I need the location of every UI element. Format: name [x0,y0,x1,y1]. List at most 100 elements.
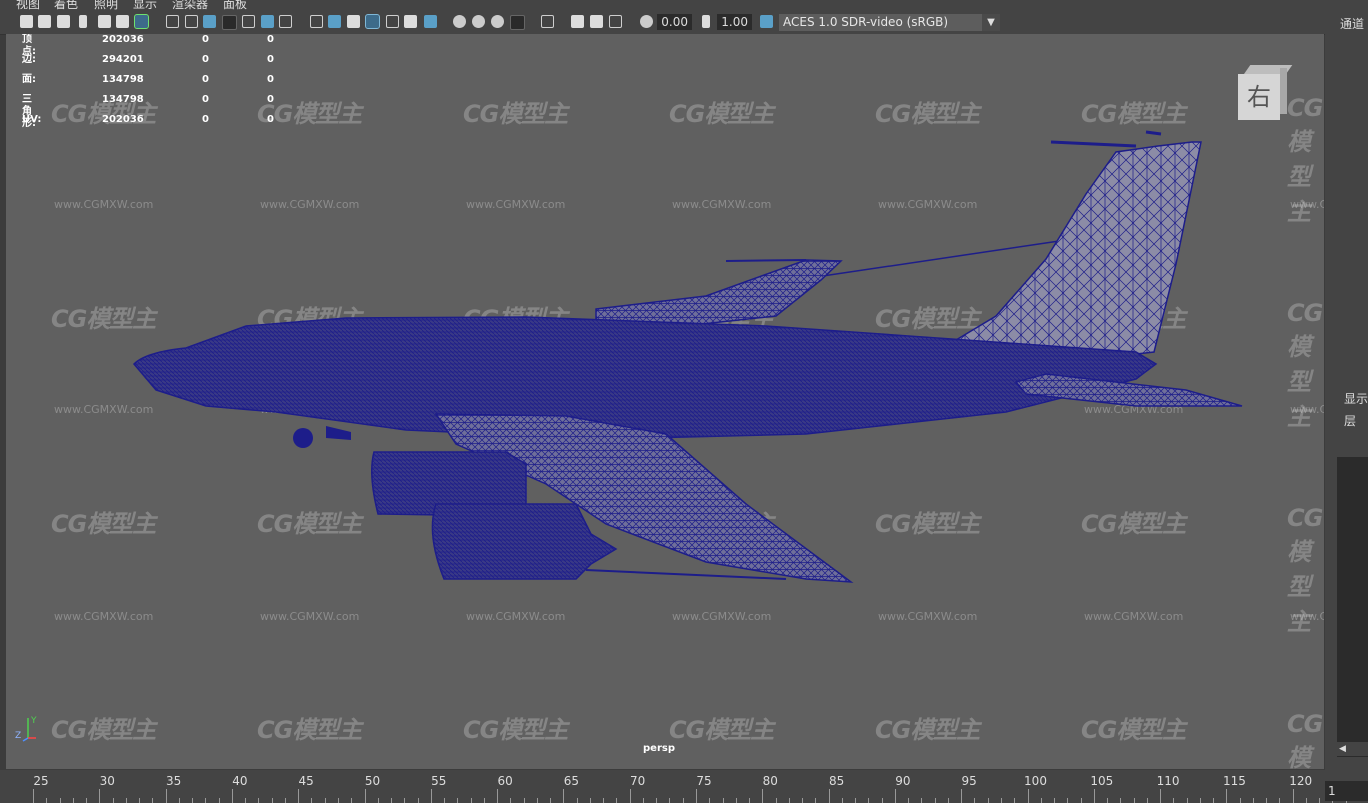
gate-mask-icon[interactable] [222,15,237,30]
hud-value: 0 [267,94,274,105]
wireframe-icon[interactable] [310,15,323,28]
timeline-minor-tick [125,798,127,803]
timeline-minor-tick [1239,798,1241,803]
menu-panels[interactable]: 面板 [223,0,247,10]
gamma-field[interactable]: 1.00 [717,14,752,30]
current-frame-field[interactable]: 1 [1325,781,1368,801]
layer-list[interactable] [1337,457,1368,757]
timeline-minor-tick [311,798,313,803]
timeline-frame-label: 85 [828,774,845,788]
channel-box-panel: 通道 显示 层 ◀ [1325,0,1368,803]
timeline-frame-label: 45 [298,774,314,788]
horizontal-scrollbar[interactable]: ◀ [1337,742,1368,756]
bookmark-icon[interactable] [79,15,87,28]
view-cube-right-face[interactable]: 右 [1238,74,1280,120]
timeline-minor-tick [1146,798,1148,803]
timeline-major-tick [1027,789,1029,803]
textured-icon[interactable] [386,15,399,28]
camera-attributes-icon[interactable] [38,15,51,28]
timeline-major-tick [1226,789,1228,803]
timeline-major-tick [1160,789,1162,803]
ambient-occlusion-icon[interactable] [453,15,466,28]
xray-joints-icon[interactable] [571,15,584,28]
layer-editor-display-tab[interactable]: 显示 [1344,390,1368,407]
hud-value: 134798 [102,94,144,105]
timeline-minor-tick [205,798,207,803]
timeline-minor-tick [987,798,989,803]
axis-z-label: Z [15,731,21,741]
lights-icon[interactable] [404,15,417,28]
timeline-major-tick [762,789,764,803]
scroll-left-icon[interactable]: ◀ [1339,744,1346,754]
grease-pencil-icon[interactable] [134,14,149,29]
xray-active-icon[interactable] [590,15,603,28]
timeline-minor-tick [576,798,578,803]
anti-aliasing-icon[interactable] [491,15,504,28]
timeline-minor-tick [112,798,114,803]
menu-view[interactable]: 视图 [16,0,40,10]
image-plane-icon[interactable] [98,15,111,28]
field-chart-icon[interactable] [242,15,255,28]
view-transform-dropdown[interactable]: ACES 1.0 SDR-video (sRGB) ▼ [779,14,1000,31]
timeline-frame-label: 30 [99,774,115,788]
timeline-minor-tick [510,798,512,803]
safe-title-icon[interactable] [279,15,292,28]
menu-shading[interactable]: 着色 [54,0,78,10]
gamma-icon[interactable] [702,15,710,28]
two-d-pan-icon[interactable] [116,15,129,28]
layer-editor-layers-menu[interactable]: 层 [1344,412,1356,429]
timeline-minor-tick [1305,798,1307,803]
hud-label: 面: [22,74,36,85]
menu-renderer[interactable]: 渲染器 [172,0,208,10]
isolate-select-icon[interactable] [541,15,554,28]
panel-toolbar: 0.00 1.00 ACES 1.0 SDR-video (sRGB) ▼ [0,10,1325,35]
hud-value: 0 [202,114,209,125]
airplane-wireframe-model[interactable] [6,34,1324,769]
timeline-minor-tick [86,798,88,803]
hud-value: 0 [267,34,274,45]
select-camera-icon[interactable] [20,15,33,28]
backface-culling-icon[interactable] [609,15,622,28]
grid-icon[interactable] [166,15,179,28]
channel-box-title[interactable]: 通道 [1340,15,1364,32]
nose-gear-wheel [293,428,313,448]
bookmarks-icon[interactable] [57,15,70,28]
timeline-minor-tick [337,798,339,803]
exposure-field[interactable]: 0.00 [657,14,692,30]
view-cube[interactable]: 右 [1238,65,1293,121]
timeline-minor-tick [377,798,379,803]
viewport-3d[interactable]: CG模型主 CG模型主 CG模型主 CG模型主 CG模型主 CG模型主 CG模型主 CG模型主… [6,34,1324,769]
menu-lighting[interactable]: 照明 [94,0,118,10]
chevron-down-icon[interactable]: ▼ [982,14,1000,31]
wireframe-on-shaded-icon[interactable] [347,15,360,28]
resolution-gate-icon[interactable] [203,15,216,28]
view-cube-side[interactable] [1280,68,1287,114]
color-management-icon[interactable] [760,15,773,28]
safe-action-icon[interactable] [261,15,274,28]
timeline-minor-tick [722,798,724,803]
smooth-shade-icon[interactable] [328,15,341,28]
film-gate-icon[interactable] [185,15,198,28]
exposure-icon[interactable] [640,15,653,28]
timeline-minor-tick [788,798,790,803]
timeline-minor-tick [192,798,194,803]
timeline-minor-tick [258,798,260,803]
timeline-minor-tick [1279,798,1281,803]
timeline-frame-label: 40 [232,774,248,788]
time-slider[interactable]: 25 30 35 40 45 50 55 60 65 70 75 80 85 90 95 100 105 110 1… [0,770,1347,803]
shadows-icon[interactable] [424,15,437,28]
xray-icon[interactable] [365,14,380,29]
axis-y-label: Y [30,716,37,726]
timeline-minor-tick [46,798,48,803]
timeline-minor-tick [72,798,74,803]
depth-of-field-icon[interactable] [510,15,525,30]
timeline-major-tick [298,789,300,803]
timeline-major-tick [33,789,34,803]
timeline-minor-tick [1054,798,1056,803]
timeline-minor-tick [271,798,273,803]
menu-show[interactable]: 显示 [133,0,157,10]
motion-blur-icon[interactable] [472,15,485,28]
timeline-minor-tick [682,798,684,803]
timeline-major-tick [563,789,565,803]
timeline-minor-tick [1000,798,1002,803]
